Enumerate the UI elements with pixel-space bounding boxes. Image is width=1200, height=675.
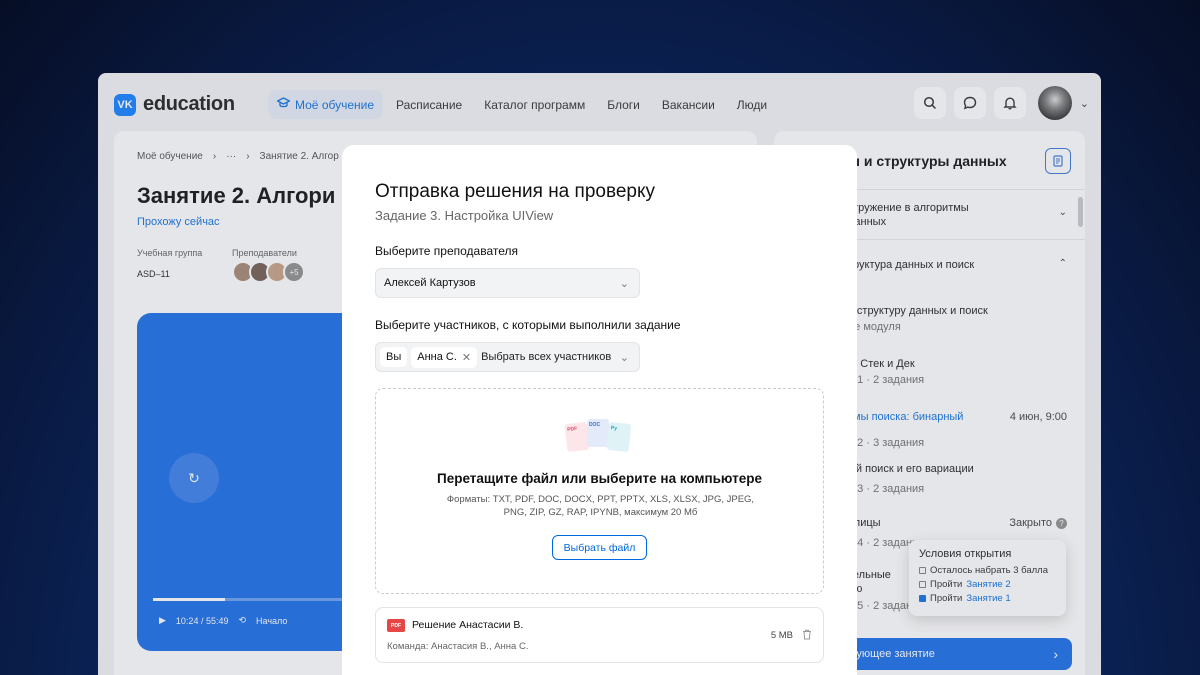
participants-select[interactable]: Вы Анна С. ✕ Выбрать всех участников ⌄ (375, 342, 640, 372)
file-size: 5 MB (770, 630, 793, 641)
chevron-down-icon: ⌄ (619, 277, 629, 290)
trash-icon[interactable] (802, 629, 812, 643)
modal-title: Отправка решения на проверку (375, 181, 655, 202)
participant-chip: Анна С. ✕ (411, 346, 478, 368)
choose-file-button[interactable]: Выбрать файл (552, 535, 647, 560)
close-icon[interactable]: ✕ (462, 351, 471, 364)
chip-label: Анна С. (417, 351, 457, 363)
teacher-value: Алексей Картузов (384, 277, 476, 289)
python-file-icon: Py (606, 421, 632, 453)
pdf-icon: PDF (387, 619, 405, 632)
select-all-participants[interactable]: Выбрать всех участников (481, 351, 613, 363)
chevron-down-icon: ⌄ (619, 351, 629, 364)
teacher-select[interactable]: Алексей Картузов ⌄ (375, 268, 640, 298)
chip-label: Вы (386, 351, 402, 363)
dropzone-formats: Форматы: TXT, PDF, DOC, DOCX, PPT, PPTX,… (446, 494, 755, 518)
participants-label: Выберите участников, с которыми выполнил… (375, 318, 681, 332)
pdf-file-icon: PDF (564, 421, 590, 453)
attached-file: PDF Решение Анастасии В. Команда: Анаста… (375, 607, 824, 663)
dropzone-title: Перетащите файл или выберите на компьюте… (437, 471, 762, 486)
teacher-label: Выберите преподавателя (375, 244, 519, 258)
modal-subtitle: Задание 3. Настройка UIView (375, 208, 554, 223)
file-name[interactable]: Решение Анастасии В. (412, 619, 523, 631)
file-team: Команда: Анастасия В., Анна С. (387, 641, 529, 652)
submit-solution-modal: Отправка решения на проверку Задание 3. … (342, 145, 857, 675)
participant-chip: Вы (380, 347, 408, 367)
file-dropzone[interactable]: PDF DOC Py Перетащите файл или выберите … (375, 388, 824, 594)
doc-file-icon: DOC (587, 419, 609, 447)
file-types-illustration: PDF DOC Py (564, 419, 632, 453)
